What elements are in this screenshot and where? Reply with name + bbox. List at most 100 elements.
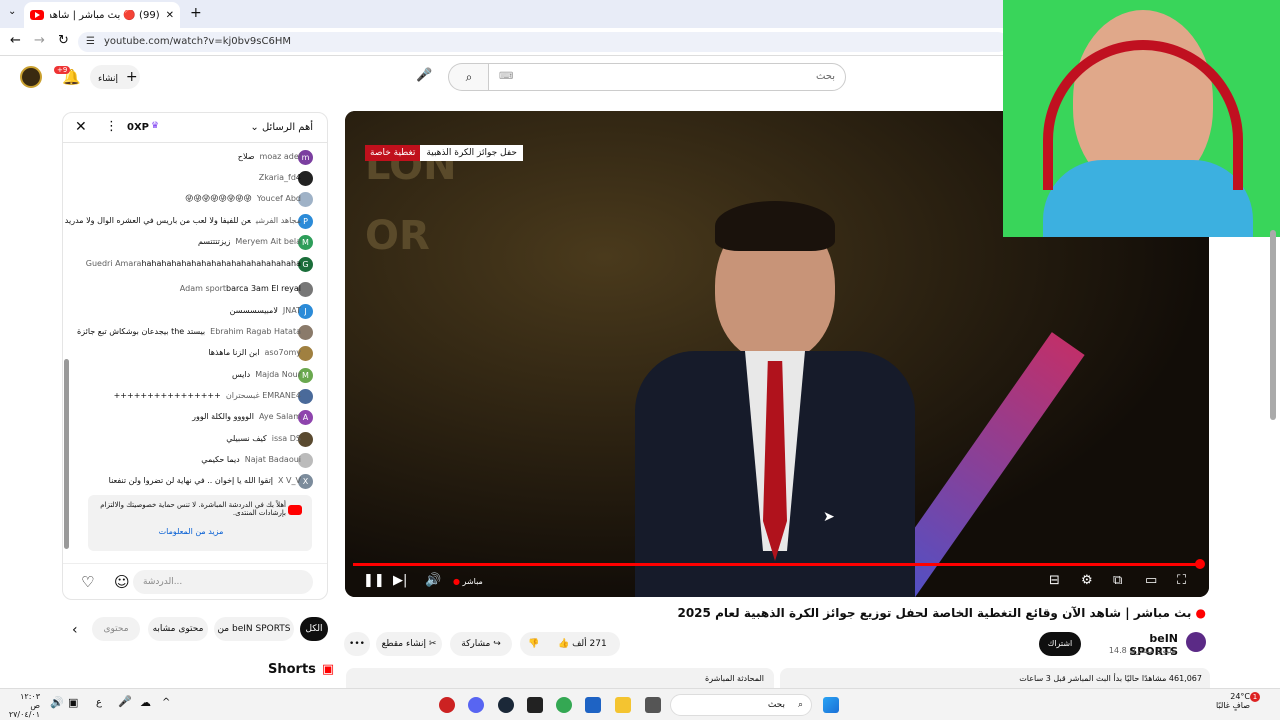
chrome-icon[interactable] [556,697,572,713]
store-icon[interactable] [585,697,601,713]
chat-text: دايس [231,370,251,379]
start-icon[interactable] [823,697,839,713]
dislike-icon[interactable]: 👎 [528,632,539,656]
speaker-icon[interactable]: 🔊 [50,696,64,709]
channel-avatar[interactable] [1186,632,1206,652]
chat-author[interactable]: Aye Salam [259,412,301,421]
discord-icon[interactable] [468,697,484,713]
clock-date: ٢٧/٠٤/٠١ [8,710,40,719]
chevron-left-icon[interactable]: ‹ [72,622,78,638]
notification-count-icon[interactable]: 1 [1250,692,1260,702]
settings-gear-icon[interactable]: ⚙ [1081,573,1093,588]
taskview-icon[interactable] [645,697,661,713]
volume-icon[interactable]: 🔊 [425,573,441,588]
live-chat-replay-box[interactable]: المحادثة المباشرة [346,668,774,690]
chat-author[interactable]: Majda Nour [255,370,301,379]
live-indicator[interactable]: ● مباشر [453,577,483,586]
share-button[interactable]: مشاركة ↪ [450,632,512,656]
xp-label[interactable]: 0XP [127,122,149,133]
chat-author[interactable]: Guedri Amara [86,259,142,268]
emoji-icon[interactable]: ☺ [114,573,130,591]
microphone-icon[interactable]: 🎤 [416,68,432,83]
chat-author[interactable]: EMRANE4 غبسحتران [226,391,301,400]
create-label: إنشاء [98,74,119,84]
subscribe-button[interactable]: اشتراك [1039,632,1081,656]
chat-author[interactable]: X V_V [278,476,301,485]
chat-author[interactable]: مجاهد الفرشي [256,216,301,225]
avatar[interactable] [20,66,42,88]
youtube-favicon-icon [30,10,44,20]
more-icon[interactable]: ⋮ [105,119,118,134]
tab-list-icon[interactable]: ⌄ [8,6,16,17]
chip-suggested[interactable]: محتوى مقترح [92,617,140,641]
close-icon[interactable]: ✕ [75,119,87,135]
page-scrollbar[interactable] [1270,100,1278,685]
chat-text: بيستد the بيجدعان بوشكاش تبع جائزة [77,327,206,336]
tab-close-icon[interactable]: ✕ [166,10,174,21]
tray-chevron-icon[interactable]: ^ [162,697,170,708]
chip-from-channel[interactable]: من beIN SPORTS [214,617,294,641]
chat-scrollbar[interactable] [64,149,70,553]
progress-bar[interactable] [353,559,1205,569]
chat-mode-dropdown[interactable]: أهم الرسائل ⌄ [250,122,313,133]
keyboard-icon[interactable]: ⌨ [499,64,513,90]
chat-author[interactable]: Meryem Ait bela [235,237,301,246]
url-field[interactable]: ☰ youtube.com/watch?v=kj0bv9sC6HM [78,32,1008,52]
chat-author[interactable]: Najat Badaoui [245,455,301,464]
chip-similar[interactable]: محتوى مشابه [148,617,208,641]
chat-author[interactable]: JNAT [283,306,301,315]
taskbar-search[interactable]: بحث ⌕ [670,694,812,716]
next-icon[interactable]: ▶| [393,573,407,588]
clock[interactable]: ١٢:٠٣ ص ٢٧/٠٤/٠١ [8,692,40,719]
chat-message: Najat Badaoui ديما حكيمي [201,455,301,464]
chat-author[interactable]: Youcef Abd [257,194,301,203]
presenter [605,181,945,597]
chat-text: زيزتتتتسم [197,237,231,246]
search-input[interactable]: ⌨ بحث [488,63,846,91]
theater-mode-icon[interactable]: ▭ [1145,573,1157,588]
clip-button[interactable]: إنشاء مقطع ✂ [376,632,442,656]
chat-author[interactable]: moaz adel [260,152,301,161]
back-icon[interactable]: ← [10,33,21,48]
onedrive-icon[interactable]: ☁ [140,696,151,709]
progress-handle[interactable] [1195,559,1205,569]
reload-icon[interactable]: ↻ [58,33,69,48]
live-chat-panel: ✕ ⋮ 0XP ♛ أهم الرسائل ⌄ m moaz adelصلاح Zk… [62,112,328,600]
scrollbar-thumb[interactable] [64,359,69,549]
page-scrollbar-thumb[interactable] [1270,230,1276,420]
language-indicator[interactable]: ع [96,697,102,708]
weather-widget[interactable]: 24°C صافٍ غالبًا [1210,692,1250,710]
site-info-icon[interactable]: ☰ [86,32,95,52]
epic-games-icon[interactable] [527,697,543,713]
chat-author[interactable]: Zkaria_fd [259,173,296,182]
chat-text: 4 [295,173,301,182]
description-box[interactable]: 461,067 مشاهدًا حاليًا بدأ البث المباشر … [780,668,1210,690]
forward-icon[interactable]: → [34,33,45,48]
live-chat-label: المحادثة المباشرة [705,674,764,683]
chip-all[interactable]: الكل [300,617,328,641]
chat-author[interactable]: Ebrahim Ragab Hatata [210,327,301,336]
chat-author[interactable]: aso7omy [265,348,301,357]
chat-input[interactable]: الدردشة... [133,570,313,594]
subtitles-icon[interactable]: ⊟ [1049,573,1060,588]
heart-icon[interactable]: ♡ [81,573,94,591]
chat-text: 😜😜😜😜😜😜😜😜 [185,194,252,203]
browser-tab[interactable]: (99) 🔴 بث مباشر | شاهد الآ... ✕ [24,2,180,28]
chat-author[interactable]: issa DS [272,434,301,443]
mic-tray-icon[interactable]: 🎤 [118,695,132,708]
pause-icon[interactable]: ❚❚ [363,573,385,588]
chat-author[interactable]: Adam sport [180,284,226,293]
miniplayer-icon[interactable]: ⧉ [1113,573,1122,588]
file-explorer-icon[interactable] [615,697,631,713]
more-actions-button[interactable]: ••• [344,632,370,656]
create-button[interactable]: إنشاء + [90,65,140,89]
steam-icon[interactable] [498,697,514,713]
fullscreen-icon[interactable]: ⛶ [1177,573,1186,588]
new-tab-icon[interactable]: + [190,5,202,21]
chat-message: Guedri Amarahahahahahahahahahahahahahaha… [81,259,301,268]
like-button[interactable]: 271 ألف 👍 [558,632,607,656]
notice-link[interactable]: مزيد من المعلومات [96,527,286,536]
obs-icon[interactable] [439,697,455,713]
display-icon[interactable]: ▣ [68,696,78,709]
search-button[interactable]: ⌕ [448,63,489,91]
